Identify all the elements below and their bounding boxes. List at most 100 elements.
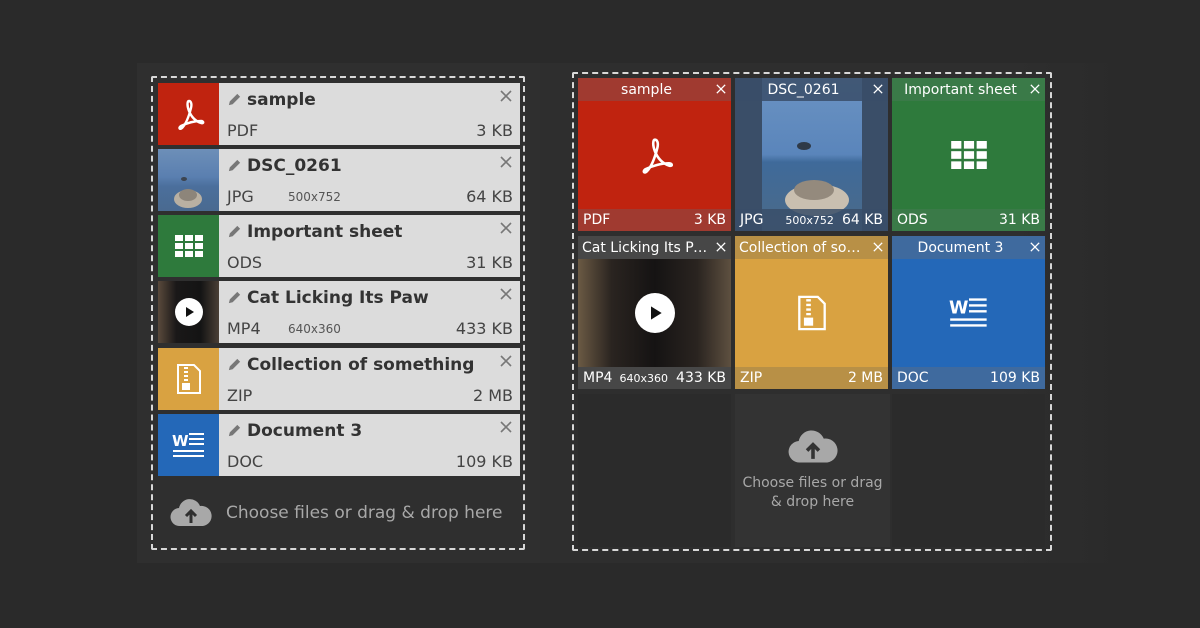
grid-drop-zone[interactable]: sample PDF 3 KB DSC_0261 JPG 500x752 64 … (572, 72, 1052, 551)
tile-name: sample (621, 81, 672, 98)
file-name[interactable]: sample (227, 90, 316, 110)
close-icon (500, 421, 512, 433)
file-tile[interactable]: DSC_0261 JPG 500x752 64 KB (735, 78, 888, 231)
file-size: 433 KB (676, 370, 726, 386)
file-tile[interactable]: W Document 3 DOC 109 KB (892, 236, 1045, 389)
file-type: ODS (227, 253, 263, 272)
cloud-upload-icon (788, 429, 838, 464)
grid-uploader: sample PDF 3 KB DSC_0261 JPG 500x752 64 … (540, 63, 1125, 563)
tile-header[interactable]: Document 3 (892, 236, 1045, 259)
file-name[interactable]: Collection of something (227, 355, 474, 375)
remove-button[interactable] (872, 241, 884, 253)
word-icon: W (158, 414, 219, 476)
tile-footer: DOC 109 KB (892, 367, 1045, 389)
play-icon[interactable] (174, 298, 203, 326)
tile-footer: ODS 31 KB (892, 209, 1045, 231)
list-item: W Document 3 DOC 109 KB (158, 414, 520, 476)
tile-header[interactable]: Important sheet (892, 78, 1045, 101)
file-name-label: Collection of something (247, 355, 475, 375)
remove-button[interactable] (872, 83, 884, 95)
file-tile[interactable]: Collection of som... ZIP 2 MB (735, 236, 888, 389)
remove-button[interactable] (499, 155, 513, 169)
file-tile[interactable]: Important sheet ODS 31 KB (892, 78, 1045, 231)
file-type: PDF (227, 121, 259, 140)
remove-button[interactable] (499, 89, 513, 103)
file-size: 2 MB (472, 386, 513, 405)
tile-header[interactable]: Collection of som... (735, 236, 888, 259)
file-size: 2 MB (847, 370, 883, 386)
remove-button[interactable] (715, 241, 727, 253)
list-item: Cat Licking Its Paw MP4 640x360 433 KB (158, 281, 520, 343)
file-name[interactable]: DSC_0261 (227, 156, 342, 176)
list-item: Important sheet ODS 31 KB (158, 215, 520, 277)
file-type: MP4 (227, 319, 261, 338)
tile-header[interactable]: Cat Licking Its Paw (578, 236, 731, 259)
file-size: 109 KB (990, 370, 1040, 386)
file-type: DOC (227, 452, 264, 471)
remove-button[interactable] (1029, 241, 1041, 253)
close-icon (1030, 84, 1040, 94)
file-size: 31 KB (998, 212, 1040, 228)
zip-icon (158, 348, 219, 410)
tile-header[interactable]: DSC_0261 (735, 78, 888, 101)
close-icon (716, 84, 726, 94)
file-tile[interactable]: Cat Licking Its Paw MP4 640x360 433 KB (578, 236, 731, 389)
file-size: 31 KB (466, 253, 513, 272)
file-type: ZIP (227, 386, 253, 405)
file-name-label: Important sheet (247, 222, 403, 242)
choose-files-button[interactable]: Choose files or drag & drop here (735, 394, 890, 547)
close-icon (500, 288, 512, 300)
pencil-icon[interactable] (227, 423, 243, 439)
file-type: JPG (740, 212, 764, 228)
close-icon (873, 242, 883, 252)
remove-button[interactable] (1029, 83, 1041, 95)
file-name-label: sample (247, 90, 316, 110)
file-tile[interactable]: sample PDF 3 KB (578, 78, 731, 231)
svg-text:W: W (172, 432, 189, 450)
tile-header[interactable]: sample (578, 78, 731, 101)
file-type: PDF (583, 212, 611, 228)
file-size: 64 KB (466, 187, 513, 206)
file-name[interactable]: Document 3 (227, 421, 362, 441)
choose-files-text: Choose files or drag & drop here (226, 503, 503, 523)
file-dimensions: 640x360 (288, 322, 341, 336)
tile-name: Important sheet (904, 81, 1017, 98)
list-drop-zone[interactable]: sample PDF 3 KB DSC_0261 JPG 500x752 64 … (151, 76, 525, 550)
remove-button[interactable] (499, 420, 513, 434)
pencil-icon[interactable] (227, 224, 243, 240)
close-icon (500, 222, 512, 234)
remove-button[interactable] (715, 83, 727, 95)
remove-button[interactable] (499, 221, 513, 235)
file-name-label: Cat Licking Its Paw (247, 288, 429, 308)
cloud-upload-icon (170, 499, 212, 527)
remove-button[interactable] (499, 354, 513, 368)
file-name-label: DSC_0261 (247, 156, 342, 176)
file-type: JPG (227, 187, 254, 206)
remove-button[interactable] (499, 287, 513, 301)
file-size: 64 KB (841, 212, 883, 228)
empty-slot (892, 394, 1045, 547)
tile-footer: JPG 500x752 64 KB (735, 209, 888, 231)
close-icon (716, 242, 726, 252)
pencil-icon[interactable] (227, 290, 243, 306)
file-name[interactable]: Important sheet (227, 222, 402, 242)
pencil-icon[interactable] (227, 92, 243, 108)
play-icon[interactable] (634, 292, 675, 333)
tile-name: Cat Licking Its Paw (582, 239, 711, 256)
tile-name: Collection of som... (739, 239, 868, 256)
tile-footer: ZIP 2 MB (735, 367, 888, 389)
close-icon (500, 90, 512, 102)
pencil-icon[interactable] (227, 158, 243, 174)
tile-name: DSC_0261 (767, 81, 840, 98)
file-size: 109 KB (455, 452, 513, 471)
tile-footer: MP4 640x360 433 KB (578, 367, 731, 389)
file-type: ZIP (740, 370, 763, 386)
choose-files-button[interactable]: Choose files or drag & drop here (158, 481, 520, 545)
pencil-icon[interactable] (227, 357, 243, 373)
file-size: 3 KB (476, 121, 513, 140)
file-dimensions: 640x360 (619, 371, 669, 385)
file-name[interactable]: Cat Licking Its Paw (227, 288, 429, 308)
tile-name: Document 3 (917, 239, 1004, 256)
list-item: sample PDF 3 KB (158, 83, 520, 145)
file-dimensions: 500x752 (288, 190, 341, 204)
